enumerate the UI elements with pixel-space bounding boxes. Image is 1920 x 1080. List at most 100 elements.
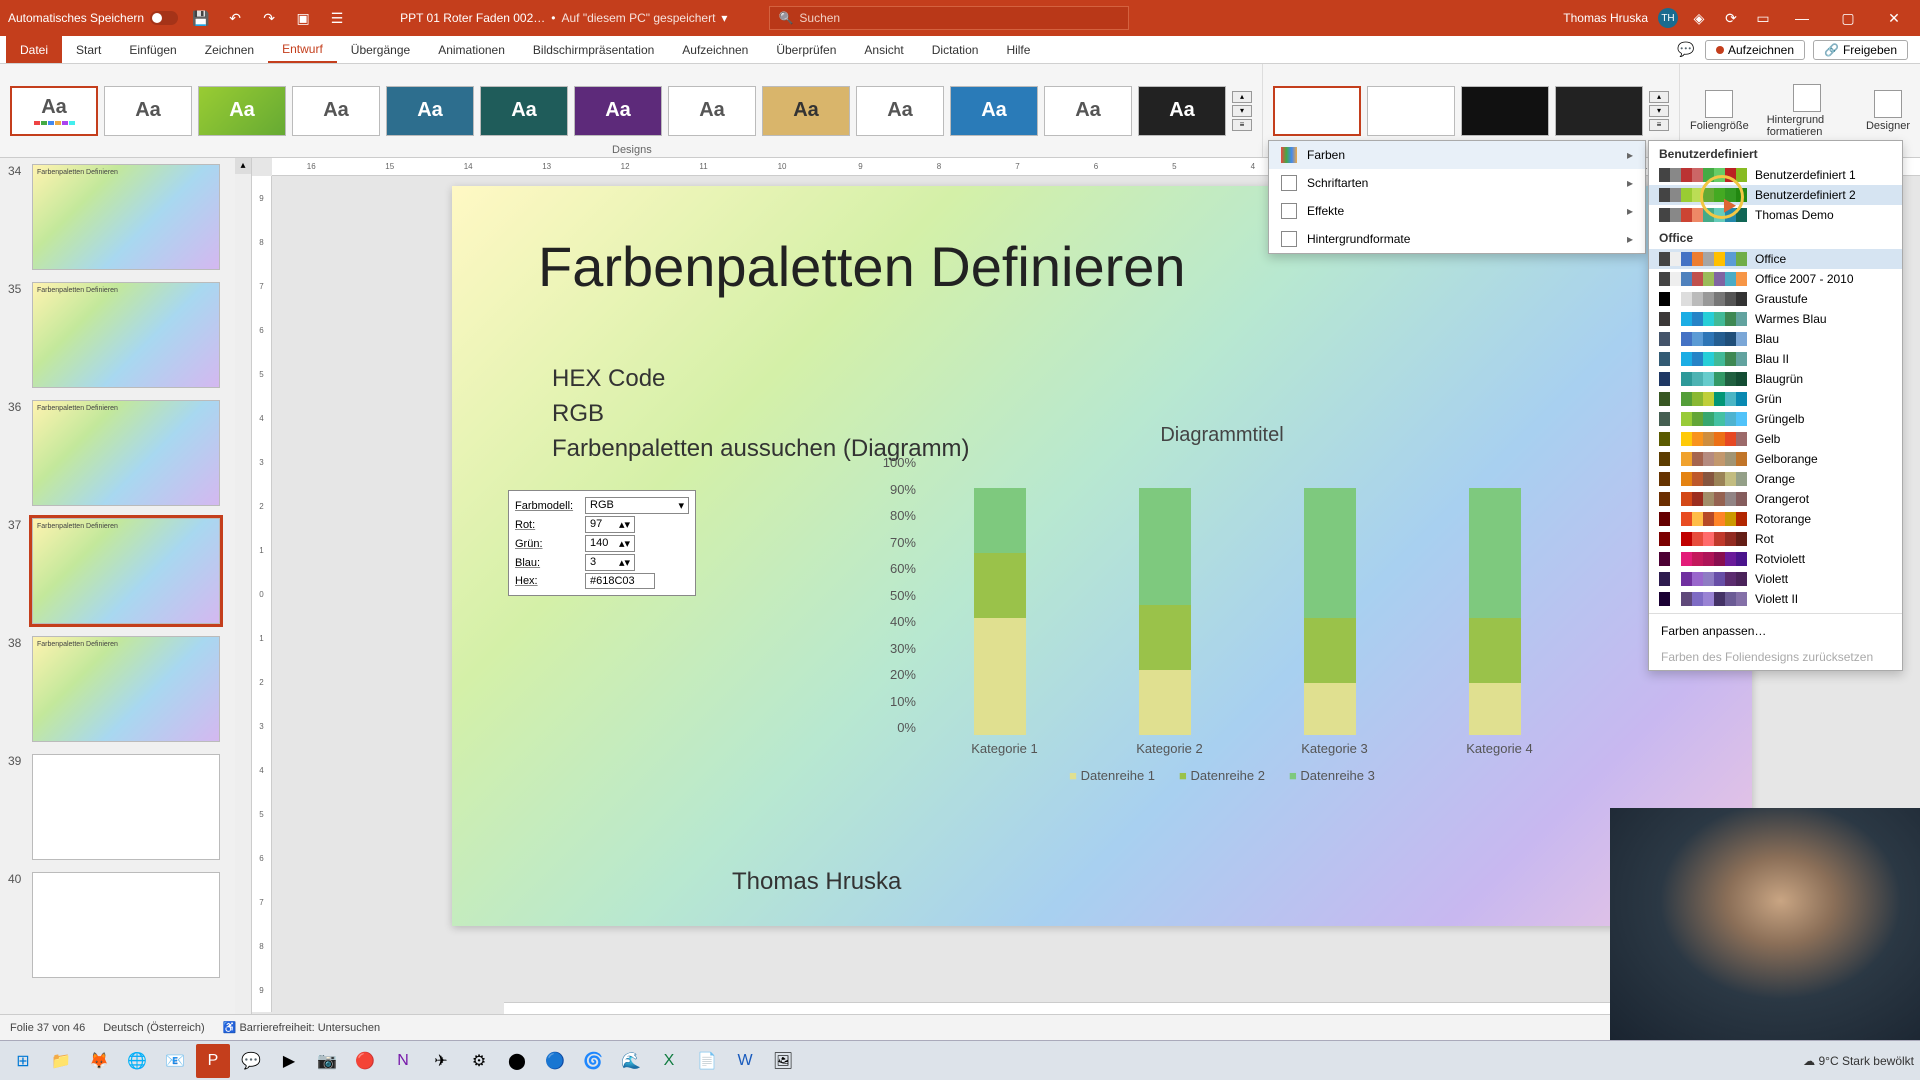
theme-thumb[interactable]: Aa	[1138, 86, 1226, 136]
slide-counter[interactable]: Folie 37 von 46	[10, 1022, 85, 1034]
tab-bildschirmpräsentation[interactable]: Bildschirmpräsentation	[519, 36, 668, 63]
theme-thumb[interactable]: Aa	[386, 86, 474, 136]
tab-überprüfen[interactable]: Überprüfen	[762, 36, 850, 63]
tab-hilfe[interactable]: Hilfe	[992, 36, 1044, 63]
theme-thumb[interactable]: Aa	[856, 86, 944, 136]
color-scheme-item[interactable]: Orange	[1649, 469, 1902, 489]
excel-icon[interactable]: X	[652, 1044, 686, 1078]
slide-thumbnail[interactable]: 34Farbenpaletten Definieren	[0, 158, 251, 276]
undo-icon[interactable]: ↶	[224, 7, 246, 29]
theme-thumb[interactable]: Aa	[10, 86, 98, 136]
tab-start[interactable]: Start	[62, 36, 115, 63]
author-text[interactable]: Thomas Hruska	[732, 868, 901, 896]
slide-canvas[interactable]: Farbenpaletten Definieren HEX Code RGB F…	[452, 186, 1752, 926]
sync-icon[interactable]: ⟳	[1720, 7, 1742, 29]
color-scheme-item[interactable]: Thomas Demo	[1649, 205, 1902, 225]
color-scheme-item[interactable]: Blaugrün	[1649, 369, 1902, 389]
tab-animationen[interactable]: Animationen	[424, 36, 519, 63]
record-button[interactable]: Aufzeichnen	[1705, 40, 1805, 60]
task-icon[interactable]: 💬	[234, 1044, 268, 1078]
touch-icon[interactable]: ☰	[326, 7, 348, 29]
task-icon[interactable]: 🔵	[538, 1044, 572, 1078]
slide-thumbnail[interactable]: 37Farbenpaletten Definieren	[0, 512, 251, 630]
gruen-input[interactable]: 140▴▾	[585, 535, 635, 552]
language-indicator[interactable]: Deutsch (Österreich)	[103, 1022, 204, 1034]
color-scheme-item[interactable]: Rot	[1649, 529, 1902, 549]
rot-input[interactable]: 97▴▾	[585, 516, 635, 533]
comments-icon[interactable]: 💬	[1675, 39, 1697, 61]
color-scheme-item[interactable]: Grüngelb	[1649, 409, 1902, 429]
thumbs-scrollbar[interactable]: ▴▾	[235, 158, 251, 1052]
variant-thumb[interactable]	[1367, 86, 1455, 136]
slide-thumbnail[interactable]: 35Farbenpaletten Definieren	[0, 276, 251, 394]
theme-thumb[interactable]: Aa	[668, 86, 756, 136]
slide-thumbnail[interactable]: 40	[0, 866, 251, 984]
tab-entwurf[interactable]: Entwurf	[268, 36, 337, 63]
onenote-icon[interactable]: N	[386, 1044, 420, 1078]
color-scheme-item[interactable]: Benutzerdefiniert 1	[1649, 165, 1902, 185]
color-scheme-item[interactable]: Office	[1649, 249, 1902, 269]
theme-thumb[interactable]: Aa	[480, 86, 568, 136]
task-icon[interactable]: ⬤	[500, 1044, 534, 1078]
theme-thumb[interactable]: Aa	[574, 86, 662, 136]
user-avatar[interactable]: TH	[1658, 8, 1678, 28]
share-button[interactable]: 🔗Freigeben	[1813, 40, 1908, 60]
color-scheme-item[interactable]: Benutzerdefiniert 2	[1649, 185, 1902, 205]
filename-area[interactable]: PPT 01 Roter Faden 002…• Auf "diesem PC"…	[400, 11, 727, 25]
format-bg-button[interactable]: Hintergrund formatieren	[1767, 84, 1848, 138]
minimize-button[interactable]: —	[1784, 0, 1820, 36]
tab-ansicht[interactable]: Ansicht	[850, 36, 917, 63]
color-scheme-item[interactable]: Blau	[1649, 329, 1902, 349]
color-scheme-item[interactable]: Rotorange	[1649, 509, 1902, 529]
slide-thumbnail[interactable]: 39	[0, 748, 251, 866]
tab-übergänge[interactable]: Übergänge	[337, 36, 424, 63]
task-icon[interactable]: ▶	[272, 1044, 306, 1078]
menu-effects[interactable]: Effekte▸	[1269, 197, 1645, 225]
menu-colors[interactable]: Farben▸	[1269, 141, 1645, 169]
menu-fonts[interactable]: Schriftarten▸	[1269, 169, 1645, 197]
user-name[interactable]: Thomas Hruska	[1563, 11, 1648, 25]
tab-file[interactable]: Datei	[6, 36, 62, 63]
tab-aufzeichnen[interactable]: Aufzeichnen	[668, 36, 762, 63]
customize-colors[interactable]: Farben anpassen…	[1649, 618, 1902, 644]
variant-thumb[interactable]	[1273, 86, 1361, 136]
firefox-icon[interactable]: 🦊	[82, 1044, 116, 1078]
hex-input[interactable]: #618C03	[585, 573, 655, 589]
slide-size-button[interactable]: Foliengröße	[1690, 90, 1749, 132]
word-icon[interactable]: W	[728, 1044, 762, 1078]
ribbon-mode-icon[interactable]: ▭	[1752, 7, 1774, 29]
theme-thumb[interactable]: Aa	[104, 86, 192, 136]
color-scheme-item[interactable]: Violett II	[1649, 589, 1902, 609]
weather-widget[interactable]: ☁ 9°C Stark bewölkt	[1803, 1054, 1914, 1068]
tab-einfügen[interactable]: Einfügen	[115, 36, 190, 63]
designer-button[interactable]: Designer	[1866, 90, 1910, 132]
search-input[interactable]: 🔍 Suchen	[769, 6, 1129, 30]
color-scheme-item[interactable]: Grün	[1649, 389, 1902, 409]
color-scheme-item[interactable]: Gelborange	[1649, 449, 1902, 469]
tab-zeichnen[interactable]: Zeichnen	[191, 36, 268, 63]
task-icon[interactable]: 🌀	[576, 1044, 610, 1078]
maximize-button[interactable]: ▢	[1830, 0, 1866, 36]
outlook-icon[interactable]: 📧	[158, 1044, 192, 1078]
color-scheme-item[interactable]: Office 2007 - 2010	[1649, 269, 1902, 289]
task-icon[interactable]: ✈	[424, 1044, 458, 1078]
task-icon[interactable]: 📄	[690, 1044, 724, 1078]
theme-thumb[interactable]: Aa	[1044, 86, 1132, 136]
accessibility-check[interactable]: ♿ Barrierefreiheit: Untersuchen	[223, 1021, 380, 1034]
color-scheme-item[interactable]: Rotviolett	[1649, 549, 1902, 569]
theme-thumb[interactable]: Aa	[950, 86, 1038, 136]
color-scheme-item[interactable]: Graustufe	[1649, 289, 1902, 309]
powerpoint-icon[interactable]: P	[196, 1044, 230, 1078]
task-icon[interactable]: ⚙	[462, 1044, 496, 1078]
task-icon[interactable]: 🔴	[348, 1044, 382, 1078]
color-scheme-item[interactable]: Warmes Blau	[1649, 309, 1902, 329]
variant-thumb[interactable]	[1461, 86, 1549, 136]
slide-title[interactable]: Farbenpaletten Definieren	[538, 234, 1186, 299]
thumbnails-pane[interactable]: 34Farbenpaletten Definieren35Farbenpalet…	[0, 158, 252, 1052]
gallery-expand[interactable]: ▴▾≡	[1232, 91, 1252, 131]
autosave-toggle[interactable]: Automatisches Speichern	[8, 11, 178, 25]
color-scheme-item[interactable]: Gelb	[1649, 429, 1902, 449]
diamond-icon[interactable]: ◈	[1688, 7, 1710, 29]
color-scheme-item[interactable]: Orangerot	[1649, 489, 1902, 509]
save-icon[interactable]: 💾	[190, 7, 212, 29]
